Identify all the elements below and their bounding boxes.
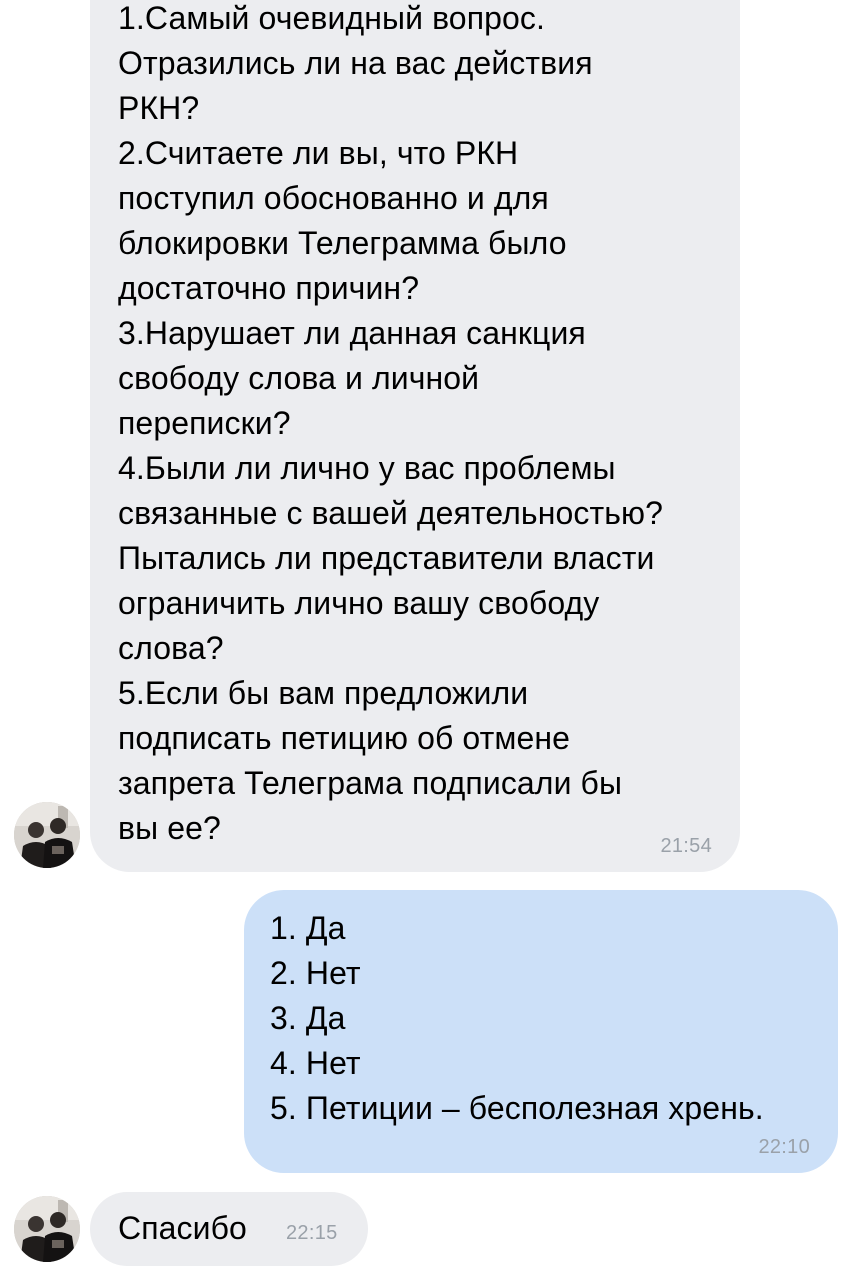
message-line: связанные с вашей деятельностью? (118, 495, 663, 531)
message-line: запрета Телеграма подписали бы (118, 765, 623, 801)
message-line: 5.Если бы вам предложили (118, 675, 529, 711)
message-timestamp: 22:15 (286, 1222, 338, 1244)
message-line: РКН? (118, 90, 200, 126)
message-line: подписать петицию об отмене (118, 720, 571, 756)
message-line: 2. Нет (270, 955, 361, 991)
incoming-message-bubble[interactable]: Спасибо 22:15 (90, 1192, 368, 1266)
message-line: свободу слова и личной (118, 360, 480, 396)
message-line: Отразились ли на вас действия (118, 45, 593, 81)
chat-history: 1.Самый очевидный вопрос. Отразились ли … (0, 0, 854, 1280)
message-line: 4.Были ли лично у вас проблемы (118, 450, 616, 486)
message-line: вы ее? (118, 810, 221, 846)
message-line: поступил обоснованно и для (118, 180, 549, 216)
message-timestamp: 22:10 (758, 1136, 810, 1158)
message-line: 1. Да (270, 910, 346, 946)
message-line: Спасибо (118, 1210, 247, 1246)
user-avatar-photo-icon (14, 1196, 80, 1262)
message-line: переписки? (118, 405, 291, 441)
message-timestamp: 21:54 (660, 835, 712, 857)
user-avatar-photo-icon (14, 802, 80, 868)
message-line: 2.Считаете ли вы, что РКН (118, 135, 519, 171)
message-line: 3.Нарушает ли данная санкция (118, 315, 586, 351)
incoming-message-bubble[interactable]: 1.Самый очевидный вопрос. Отразились ли … (90, 0, 740, 872)
outgoing-message-bubble[interactable]: 1. Да 2. Нет 3. Да 4. Нет 5. Петиции – б… (244, 890, 838, 1173)
message-line: 1.Самый очевидный вопрос. (118, 0, 546, 36)
message-line: достаточно причин? (118, 270, 420, 306)
sender-avatar[interactable] (14, 802, 80, 868)
message-text: Спасибо (118, 1206, 247, 1251)
message-line: 3. Да (270, 1000, 346, 1036)
message-text: 1. Да 2. Нет 3. Да 4. Нет 5. Петиции – б… (270, 906, 764, 1131)
message-line: 5. Петиции – бесполезная хрень. (270, 1090, 764, 1126)
sender-avatar[interactable] (14, 1196, 80, 1262)
message-text: 1.Самый очевидный вопрос. Отразились ли … (118, 0, 663, 851)
message-line: ограничить лично вашу свободу (118, 585, 600, 621)
message-line: 4. Нет (270, 1045, 361, 1081)
message-line: блокировки Телеграмма было (118, 225, 567, 261)
message-line: Пытались ли представители власти (118, 540, 655, 576)
message-line: слова? (118, 630, 224, 666)
